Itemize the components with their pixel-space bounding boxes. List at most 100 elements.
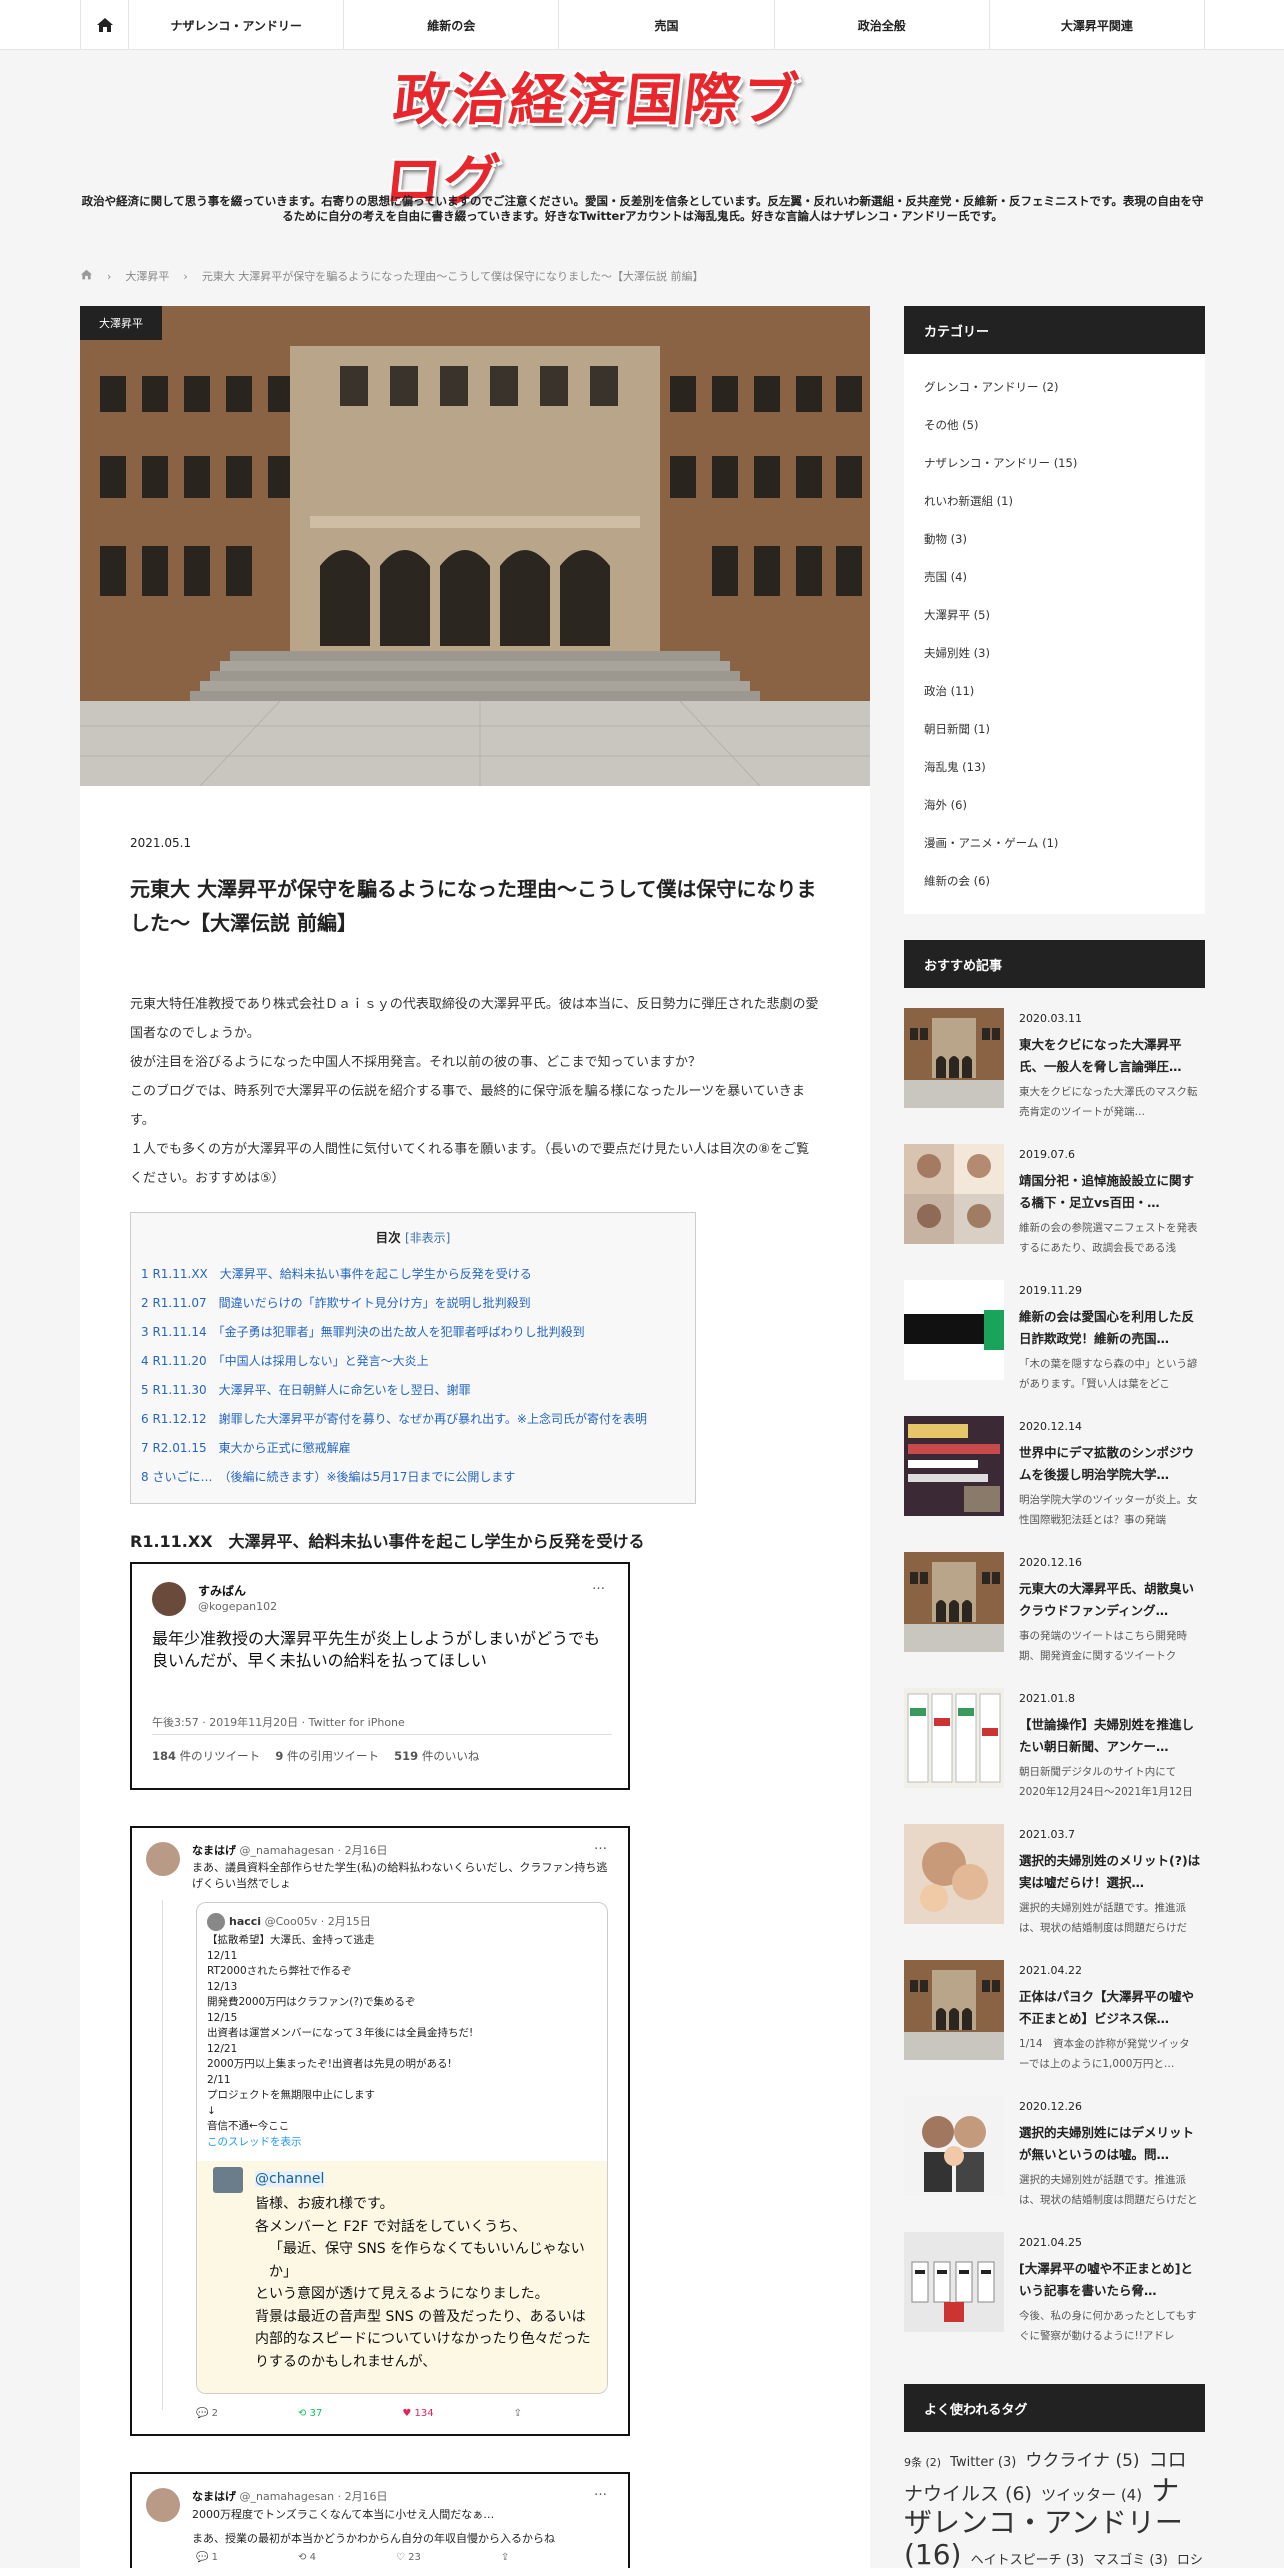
toc-item[interactable]: 7 R2.01.15 東大から正式に懲戒解雇 <box>141 1434 695 1463</box>
category-item[interactable]: 政治 (11) <box>904 672 1205 710</box>
show-thread-link[interactable]: このスレッドを表示 <box>207 2135 597 2151</box>
toc-item[interactable]: 2 R1.11.07 間違いだらけの「詐欺サイト見分け方」を説明し批判殺到 <box>141 1289 695 1318</box>
recommended-thumbnail[interactable] <box>904 1008 1004 1108</box>
retweet-button[interactable]: ⟲ 4 <box>298 2552 316 2563</box>
category-item[interactable]: 売国 (4) <box>904 558 1205 596</box>
tag-link[interactable]: マスゴミ (3) <box>1093 2553 1168 2568</box>
nav-item-ishin[interactable]: 維新の会 <box>344 0 560 50</box>
tag-link[interactable]: ツイッター (4) <box>1041 2486 1142 2504</box>
breadcrumb-category[interactable]: 大澤昇平 <box>125 268 169 284</box>
recommended-title[interactable]: 【世論操作】夫婦別姓を推進したい朝日新聞、アンケー… <box>1019 1714 1205 1758</box>
site-logo[interactable]: 政治経済国際ブログ <box>382 68 840 214</box>
recommended-item[interactable]: 2019.07.6 靖国分祀・追悼施設設立に関する橋下・足立vs百田・… 維新の会の… <box>904 1144 1205 1264</box>
category-badge[interactable]: 大澤昇平 <box>80 306 162 340</box>
category-item[interactable]: 海乱鬼 (13) <box>904 748 1205 786</box>
recommended-item[interactable]: 2020.12.14 世界中にデマ拡散のシンポジウムを後援し明治学院大学… 明治学院… <box>904 1416 1205 1536</box>
toc-toggle-link[interactable]: [非表示] <box>405 1231 450 1245</box>
more-icon[interactable]: … <box>594 2484 607 2499</box>
more-icon[interactable]: … <box>592 1578 605 1593</box>
category-item[interactable]: 朝日新聞 (1) <box>904 710 1205 748</box>
category-item[interactable]: 大澤昇平 (5) <box>904 596 1205 634</box>
recommended-item[interactable]: 2021.01.8 【世論操作】夫婦別姓を推進したい朝日新聞、アンケー… 朝日新聞デ… <box>904 1688 1205 1808</box>
toc-item[interactable]: 8 さいごに… （後編に続きます）※後編は5月17日までに公開します <box>141 1463 695 1492</box>
recommended-item[interactable]: 2021.04.22 正体はパヨク【大澤昇平の嘘や不正まとめ】ビジネス保… 1/14… <box>904 1960 1205 2080</box>
recommended-date: 2020.03.11 <box>1019 1012 1082 1025</box>
embedded-tweet[interactable]: なまはげ @_namahagesan · 2月16日 … まあ、議員資料全部作ら… <box>130 1826 630 2436</box>
share-button[interactable]: ⇪ <box>501 2552 509 2563</box>
share-button[interactable]: ⇪ <box>514 2408 522 2419</box>
recommended-thumbnail[interactable] <box>904 1824 1004 1924</box>
retweet-label: 件のリツイート <box>179 1749 261 1763</box>
avatar <box>207 1913 225 1931</box>
more-icon[interactable]: … <box>594 1838 607 1853</box>
recommended-thumbnail[interactable] <box>904 1552 1004 1652</box>
recommended-item[interactable]: 2020.12.16 元東大の大澤昇平氏、胡散臭いクラウドファンディング… 事の発端… <box>904 1552 1205 1672</box>
retweet-button[interactable]: ⟲ 37 <box>298 2408 322 2419</box>
recommended-title[interactable]: 選択的夫婦別姓にはデメリットが無いというのは嘘。問… <box>1019 2122 1205 2166</box>
recommended-item[interactable]: 2020.03.11 東大をクビになった大澤昇平氏、一般人を脅し言論弾圧… 東大をク… <box>904 1008 1205 1128</box>
article-intro: 元東大特任准教授であり株式会社Ｄａｉｓｙの代表取締役の大澤昇平氏。彼は本当に、反… <box>130 990 820 1193</box>
recommended-title[interactable]: 東大をクビになった大澤昇平氏、一般人を脅し言論弾圧… <box>1019 1034 1205 1078</box>
embedded-tweet[interactable]: なまはげ @_namahagesan · 2月16日 … 2000万程度でトンズ… <box>130 2472 630 2568</box>
quoted-author-name: hacci <box>229 1915 262 1928</box>
nav-item-osawa[interactable]: 大澤昇平関連 <box>990 0 1206 50</box>
recommended-thumbnail[interactable] <box>904 2096 1004 2196</box>
recommended-title[interactable]: 選択的夫婦別姓のメリット(?)は実は嘘だらけ！選択… <box>1019 1850 1205 1894</box>
tweet-author-name: なまはげ <box>192 2490 236 2503</box>
quoted-line: 12/21 <box>207 2042 238 2055</box>
breadcrumb-current: 元東大 大澤昇平が保守を騙るようになった理由～こうして僕は保守になりました～【大… <box>201 270 704 283</box>
recommended-title[interactable]: 元東大の大澤昇平氏、胡散臭いクラウドファンディング… <box>1019 1578 1205 1622</box>
category-item[interactable]: 漫画・アニメ・ゲーム (1) <box>904 824 1205 862</box>
category-item[interactable]: その他 (5) <box>904 406 1205 444</box>
reply-button[interactable]: 💬 1 <box>196 2552 218 2563</box>
category-item[interactable]: 維新の会 (6) <box>904 862 1205 900</box>
recommended-item[interactable]: 2020.12.26 選択的夫婦別姓にはデメリットが無いというのは嘘。問… 選択的夫… <box>904 2096 1205 2216</box>
recommended-thumbnail[interactable] <box>904 1280 1004 1380</box>
tag-link[interactable]: ヘイトスピーチ (3) <box>971 2553 1085 2568</box>
recommended-item[interactable]: 2021.04.25 [大澤昇平の嘘や不正まとめ]という記事を書いたら脅… 今後、私… <box>904 2232 1205 2352</box>
recommended-thumbnail[interactable] <box>904 1960 1004 2060</box>
tag-link[interactable]: 9条 (2) <box>904 2456 941 2469</box>
recommended-title[interactable]: [大澤昇平の嘘や不正まとめ]という記事を書いたら脅… <box>1019 2258 1205 2302</box>
recommended-title[interactable]: 世界中にデマ拡散のシンポジウムを後援し明治学院大学… <box>1019 1442 1205 1486</box>
embedded-tweet[interactable]: すみばん @kogepan102 … 最年少准教授の大澤昇平先生が炎上しようがし… <box>130 1562 630 1790</box>
recommended-thumbnail[interactable] <box>904 1688 1004 1788</box>
recommended-list: 2020.03.11 東大をクビになった大澤昇平氏、一般人を脅し言論弾圧… 東大をク… <box>904 1008 1205 2368</box>
toc-item[interactable]: 5 R1.11.30 大澤昇平、在日朝鮮人に命乞いをし翌日、謝罪 <box>141 1376 695 1405</box>
recommended-thumbnail[interactable] <box>904 1144 1004 1244</box>
reply-button[interactable]: 💬 2 <box>196 2408 218 2419</box>
category-item[interactable]: ナザレンコ・アンドリー (15) <box>904 444 1205 482</box>
like-button[interactable]: ♡ 23 <box>396 2552 421 2563</box>
recommended-title[interactable]: 靖国分祀・追悼施設設立に関する橋下・足立vs百田・… <box>1019 1170 1205 1214</box>
recommended-excerpt: 明治学院大学のツイッターが炎上。女性国際戦犯法廷とは？事の発端 <box>1019 1494 1198 1526</box>
home-icon[interactable] <box>81 0 129 50</box>
quoted-tweet[interactable]: hacci @Coo05v · 2月15日 【拡散希望】大澤氏、金持って逃走 1… <box>196 1902 608 2394</box>
toc-item[interactable]: 4 R1.11.20 「中国人は採用しない」と発言～大炎上 <box>141 1347 695 1376</box>
tag-link[interactable]: Twitter (3) <box>950 2455 1016 2470</box>
toc-item[interactable]: 6 R1.12.12 謝罪した大澤昇平が寄付を募り、なぜか再び暴れ出す。※上念司… <box>141 1405 695 1434</box>
screenshot-image: @channel 皆様、お疲れ様です。 各メンバーと F2F で対話をしていくう… <box>197 2161 607 2393</box>
toc-item[interactable]: 3 R1.11.14 「金子勇は犯罪者」無罪判決の出た故人を犯罪者呼ばわりし批判… <box>141 1318 695 1347</box>
sidebar-categories: カテゴリー グレンコ・アンドリー (2) その他 (5) ナザレンコ・アンドリー… <box>904 306 1205 914</box>
nav-item-politics[interactable]: 政治全般 <box>775 0 990 50</box>
toc-item[interactable]: 1 R1.11.XX 大澤昇平、給料未払い事件を起こし学生から反発を受ける <box>141 1260 695 1289</box>
recommended-title[interactable]: 正体はパヨク【大澤昇平の嘘や不正まとめ】ビジネス保… <box>1019 1986 1205 2030</box>
like-button[interactable]: ♥ 134 <box>402 2408 433 2419</box>
category-item[interactable]: 動物 (3) <box>904 520 1205 558</box>
recommended-item[interactable]: 2021.03.7 選択的夫婦別姓のメリット(?)は実は嘘だらけ！選択… 選択的夫婦… <box>904 1824 1205 1944</box>
breadcrumb-home-icon[interactable] <box>80 269 93 283</box>
nav-item-baikoku[interactable]: 売国 <box>559 0 775 50</box>
recommended-title[interactable]: 維新の会は愛国心を利用した反日詐欺政党！維新の売国… <box>1019 1306 1205 1350</box>
category-item[interactable]: 海外 (6) <box>904 786 1205 824</box>
category-item[interactable]: グレンコ・アンドリー (2) <box>904 368 1205 406</box>
category-item[interactable]: 夫婦別姓 (3) <box>904 634 1205 672</box>
nav-item-nazarenko[interactable]: ナザレンコ・アンドリー <box>129 0 345 50</box>
like-count: 519 <box>394 1749 419 1763</box>
like-count: 134 <box>414 2408 434 2419</box>
tag-link[interactable]: ウクライナ (5) <box>1025 2451 1139 2471</box>
category-item[interactable]: れいわ新選組 (1) <box>904 482 1205 520</box>
recommended-thumbnail[interactable] <box>904 2232 1004 2332</box>
recommended-item[interactable]: 2019.11.29 維新の会は愛国心を利用した反日詐欺政党！維新の売国… 「木の葉… <box>904 1280 1205 1400</box>
article-title: 元東大 大澤昇平が保守を騙るようになった理由～こうして僕は保守になりました～【大… <box>130 877 817 935</box>
recommended-thumbnail[interactable] <box>904 1416 1004 1516</box>
